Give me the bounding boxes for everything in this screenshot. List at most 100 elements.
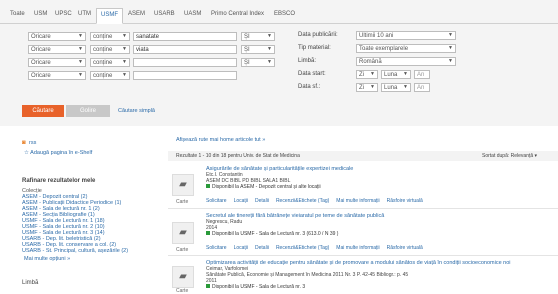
request-tab[interactable]: Solicitare <box>206 245 227 251</box>
language-label: Limbă: <box>298 58 317 64</box>
refine-title: Rafinare rezultatelor mele <box>22 178 96 184</box>
material-type-select[interactable]: Toate exemplarele ▼ <box>356 44 456 53</box>
tab-asem[interactable]: ASEM <box>128 11 145 17</box>
chevron-down-icon: ▼ <box>78 59 83 65</box>
chevron-down-icon: ▼ <box>370 84 375 90</box>
result-actions: Solicitare Locații Detalii Recenzii&Etichet… <box>206 198 430 204</box>
availability: Disponibil la USMF - Sala de Lectură nr.… <box>206 231 338 237</box>
chevron-down-icon: ▼ <box>267 59 272 65</box>
result-extra: Sănătate Publică, Economie și Management… <box>206 272 409 278</box>
chevron-down-icon: ▼ <box>78 46 83 52</box>
chevron-down-icon: ▼ <box>122 72 127 78</box>
date-end-year[interactable]: An <box>414 83 430 92</box>
locations-tab[interactable]: Locații <box>234 198 248 204</box>
simple-search-link[interactable]: Căutare simplă <box>118 108 155 114</box>
tab-utm[interactable]: UTM <box>78 11 91 17</box>
show-more-link[interactable]: Afișează rute mai home articole tut » <box>176 137 265 143</box>
book-icon: ▰ <box>172 174 194 196</box>
tab-usmf[interactable]: USMF <box>96 8 123 24</box>
status-dot-icon <box>206 284 210 288</box>
field-select-2[interactable]: Oricare ▼ <box>28 45 86 54</box>
chevron-down-icon: ▼ <box>448 32 453 38</box>
date-end-label: Data sf.: <box>298 84 321 90</box>
date-start-month[interactable]: Luna ▼ <box>381 70 411 79</box>
material-type-label: Tip material: <box>298 45 331 51</box>
chevron-down-icon: ▼ <box>122 59 127 65</box>
chevron-down-icon: ▼ <box>370 71 375 77</box>
field-select-1[interactable]: Oricare ▼ <box>28 32 86 41</box>
query-input-1[interactable]: sanatate <box>133 32 237 41</box>
query-input-4[interactable] <box>133 71 237 80</box>
date-start-day[interactable]: Zi ▼ <box>356 70 378 79</box>
tab-toate[interactable]: Toate <box>10 11 25 17</box>
facet-item[interactable]: USARB - St. Principal, cultură, așezăril… <box>22 248 128 254</box>
chevron-down-icon: ▼ <box>78 33 83 39</box>
book-icon: ▰ <box>172 222 194 244</box>
request-tab[interactable]: Solicitare <box>206 198 227 204</box>
result-actions: Solicitare Locații Detalii Recenzii&Etichet… <box>206 245 430 251</box>
add-eshelf-link[interactable]: ☆ Adaugă pagina în e-Shelf <box>24 150 92 156</box>
reviews-tab[interactable]: Recenzii&Etichete (Tag) <box>276 245 329 251</box>
query-input-2[interactable]: viata <box>133 45 237 54</box>
result-type: Carte <box>176 247 189 253</box>
pub-date-label: Data publicării: <box>298 32 338 38</box>
chevron-down-icon: ▼ <box>122 33 127 39</box>
sort-select[interactable]: Sortat după: Relevanță ▾ <box>482 153 537 159</box>
chevron-down-icon: ▼ <box>403 84 408 90</box>
chevron-down-icon: ▼ <box>448 45 453 51</box>
tab-ebsco[interactable]: EBSCO <box>274 11 295 17</box>
status-dot-icon <box>206 231 210 235</box>
operator-select-4[interactable]: conține ▼ <box>90 71 130 80</box>
book-icon: ▰ <box>172 266 194 288</box>
divider <box>168 255 558 256</box>
more-options-link[interactable]: Mai multe opțiuni » <box>24 256 70 262</box>
bool-select-2[interactable]: ȘI ▼ <box>241 45 275 54</box>
operator-select-1[interactable]: conține ▼ <box>90 32 130 41</box>
tab-usarb[interactable]: USARB <box>154 11 175 17</box>
tab-uasm[interactable]: UASM <box>184 11 201 17</box>
date-start-label: Data start: <box>298 71 326 77</box>
divider <box>168 208 558 209</box>
date-end-month[interactable]: Luna ▼ <box>381 83 411 92</box>
chevron-down-icon: ▼ <box>267 33 272 39</box>
scope-tabs: Toate USM UPSC UTM USMF ASEM USARB UASM … <box>0 0 558 24</box>
language-select[interactable]: Română ▼ <box>356 57 456 66</box>
date-end-day[interactable]: Zi ▼ <box>356 83 378 92</box>
rss-link[interactable]: rss <box>29 140 36 146</box>
locations-tab[interactable]: Locații <box>234 245 248 251</box>
rss-icon[interactable]: ◙ <box>22 140 26 146</box>
status-dot-icon <box>206 184 210 188</box>
tab-primo-central[interactable]: Primo Central Index <box>211 11 264 17</box>
bool-select-3[interactable]: ȘI ▼ <box>241 58 275 67</box>
pub-date-select[interactable]: Ultimii 10 ani ▼ <box>356 31 456 40</box>
more-info-tab[interactable]: Mai multe informații <box>336 198 379 204</box>
details-tab[interactable]: Detalii <box>255 198 269 204</box>
bool-select-1[interactable]: ȘI ▼ <box>241 32 275 41</box>
result-title[interactable]: Optimizarea activității de educație pent… <box>206 260 511 266</box>
date-start-year[interactable]: An <box>414 70 430 79</box>
field-select-4[interactable]: Oricare ▼ <box>28 71 86 80</box>
result-type: Carte <box>176 288 189 294</box>
details-tab[interactable]: Detalii <box>255 245 269 251</box>
operator-select-3[interactable]: conține ▼ <box>90 58 130 67</box>
virtual-browse-tab[interactable]: Răsfoire virtuală <box>387 245 423 251</box>
chevron-down-icon: ▼ <box>78 72 83 78</box>
tab-upsc[interactable]: UPSC <box>55 11 72 17</box>
availability: Disponibil la ASEM - Depozit central și … <box>206 184 321 190</box>
results-count: Rezultate 1 - 10 din 18 pentru Univ. de … <box>176 153 300 159</box>
virtual-browse-tab[interactable]: Răsfoire virtuală <box>387 198 423 204</box>
reviews-tab[interactable]: Recenzii&Etichete (Tag) <box>276 198 329 204</box>
field-select-3[interactable]: Oricare ▼ <box>28 58 86 67</box>
clear-button[interactable]: Golire <box>66 105 110 117</box>
chevron-down-icon: ▼ <box>448 58 453 64</box>
chevron-down-icon: ▼ <box>267 46 272 52</box>
operator-select-2[interactable]: conține ▼ <box>90 45 130 54</box>
chevron-down-icon: ▼ <box>122 46 127 52</box>
query-input-3[interactable] <box>133 58 237 67</box>
availability: Disponibil la USMF - Sala de Lectură nr.… <box>206 284 305 290</box>
chevron-down-icon: ▼ <box>403 71 408 77</box>
more-info-tab[interactable]: Mai multe informații <box>336 245 379 251</box>
language-facet-heading: Limbă <box>22 280 39 286</box>
tab-usm[interactable]: USM <box>34 11 47 17</box>
search-button[interactable]: Căutare <box>22 105 64 117</box>
